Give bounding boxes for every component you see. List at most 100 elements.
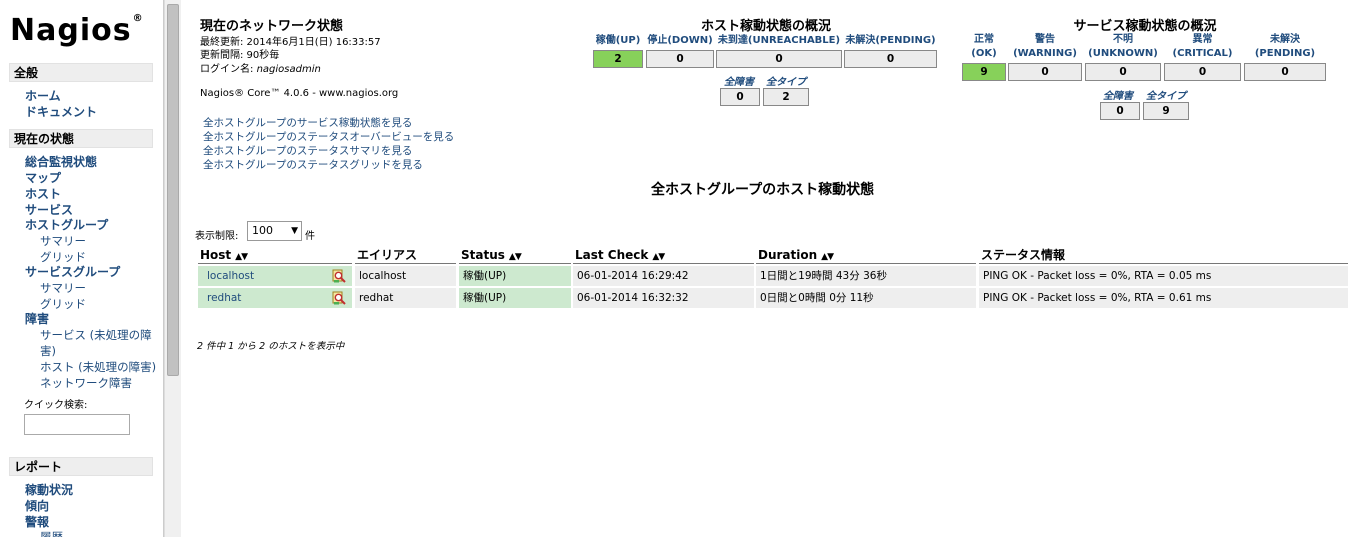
col-status-info-label: ステータス情報 [981, 248, 1066, 262]
nav-hosts[interactable]: ホスト [25, 185, 61, 202]
service-ok-count: 9 [962, 63, 1006, 81]
sort-arrows-icon[interactable]: ▲▼ [509, 252, 522, 262]
host-down-header[interactable]: 停止(DOWN) [646, 34, 714, 48]
logo-text: Nagios [10, 13, 132, 48]
view-host-services-icon[interactable] [332, 291, 346, 305]
nav-services-unhandled-cont[interactable]: 害) [40, 343, 56, 359]
service-unknown-header-bottom: (UNKNOWN) [1088, 48, 1158, 59]
alias-cell: localhost [355, 266, 456, 286]
section-reports: レポート [9, 457, 153, 476]
nav-documentation[interactable]: ドキュメント [25, 103, 97, 120]
col-status-info-header: ステータス情報 [979, 246, 1348, 264]
link-service-status-all[interactable]: 全ホストグループのサービス稼動状態を見る [203, 115, 412, 130]
service-critical-header-bottom: (CRITICAL) [1172, 48, 1233, 59]
col-host-label: Host [200, 248, 232, 262]
service-all-problems-count: 0 [1100, 102, 1140, 120]
nav-availability[interactable]: 稼動状況 [25, 481, 73, 498]
result-limit-label: 表示制限: [195, 231, 239, 242]
service-pending-header-bottom: (PENDING) [1254, 48, 1316, 59]
service-all-problems-header[interactable]: 全障害 [1103, 87, 1133, 102]
sort-arrows-icon[interactable]: ▲▼ [235, 252, 248, 262]
service-unknown-header-top: 不明 [1113, 34, 1133, 45]
col-alias-label: エイリアス [357, 248, 418, 262]
duration-cell: 0日間と0時間 0分 11秒 [756, 288, 976, 308]
sort-arrows-icon[interactable]: ▲▼ [821, 252, 834, 262]
logged-in-user: nagiosadmin [256, 64, 321, 75]
alias-cell: redhat [355, 288, 456, 308]
host-link[interactable]: localhost [202, 270, 254, 282]
service-critical-header-top: 異常 [1192, 34, 1213, 45]
col-duration-header[interactable]: Duration ▲▼ [756, 246, 976, 264]
table-row-host-cell: redhat [198, 288, 352, 308]
link-status-summary-all[interactable]: 全ホストグループのステータスサマリを見る [203, 143, 412, 158]
host-pending-header[interactable]: 未解決(PENDING) [844, 34, 937, 48]
nagios-logo[interactable]: Nagios® [10, 13, 143, 48]
sidebar-scrollbar[interactable] [164, 0, 181, 537]
core-version: Nagios® Core™ 4.0.6 - www.nagios.org [200, 88, 399, 99]
service-unknown-count: 0 [1085, 63, 1161, 81]
quick-search-label: クイック検索: [24, 400, 88, 411]
section-general: 全般 [9, 63, 153, 82]
nav-hostgroups[interactable]: ホストグループ [25, 216, 108, 233]
service-warning-header[interactable]: 警告 (WARNING) [1008, 33, 1082, 61]
table-row-host-cell: localhost [198, 266, 352, 286]
page-title: 全ホストグループのホスト稼動状態 [651, 182, 875, 198]
last-check-cell: 06-01-2014 16:32:32 [573, 288, 754, 308]
nav-network-outages[interactable]: ネットワーク障害 [40, 375, 132, 391]
host-all-types-count: 2 [763, 88, 809, 106]
nav-problems[interactable]: 障害 [25, 310, 49, 327]
results-count-note: 2 件中 1 から 2 のホストを表示中 [197, 341, 345, 352]
host-unreachable-header[interactable]: 未到達(UNREACHABLE) [716, 34, 842, 48]
nav-servicegroups-summary[interactable]: サマリー [40, 280, 86, 296]
link-status-grid-all[interactable]: 全ホストグループのステータスグリッドを見る [203, 157, 423, 172]
service-all-types-header[interactable]: 全タイプ [1146, 87, 1186, 102]
service-critical-header[interactable]: 異常 (CRITICAL) [1164, 33, 1241, 61]
nav-tactical-overview[interactable]: 総合監視状態 [25, 153, 97, 170]
nav-home[interactable]: ホーム [25, 87, 61, 104]
nav-alerts[interactable]: 警報 [25, 513, 49, 530]
host-link[interactable]: redhat [202, 292, 241, 304]
scrollbar-thumb[interactable] [167, 4, 179, 376]
nav-map[interactable]: マップ [25, 169, 61, 186]
col-last-check-header[interactable]: Last Check ▲▼ [573, 246, 754, 264]
service-ok-header[interactable]: 正常 (OK) [962, 33, 1006, 61]
status-info-cell: PING OK - Packet loss = 0%, RTA = 0.05 m… [979, 266, 1348, 286]
host-up-header[interactable]: 稼働(UP) [593, 34, 643, 48]
col-alias-header: エイリアス [355, 246, 456, 264]
chevron-down-icon: ▼ [291, 226, 298, 236]
result-limit-unit: 件 [305, 231, 315, 242]
service-pending-header[interactable]: 未解決 (PENDING) [1244, 33, 1326, 61]
nav-hosts-unhandled[interactable]: ホスト (未処理の障害) [40, 359, 156, 375]
col-host-header[interactable]: Host ▲▼ [198, 246, 352, 264]
result-limit-select[interactable]: 100 ▼ [247, 221, 302, 241]
main-content: 現在のネットワーク状態 最終更新: 2014年6月1日(日) 16:33:57 … [181, 0, 1359, 537]
status-title: 現在のネットワーク状態 [200, 19, 344, 34]
logged-in-as: ログイン名: nagiosadmin [200, 60, 321, 75]
status-cell: 稼働(UP) [459, 266, 571, 286]
duration-cell: 1日間と19時間 43分 36秒 [756, 266, 976, 286]
service-warning-header-top: 警告 [1035, 34, 1055, 45]
service-pending-count: 0 [1244, 63, 1326, 81]
host-all-problems-count: 0 [720, 88, 760, 106]
status-info-cell: PING OK - Packet loss = 0%, RTA = 0.61 m… [979, 288, 1348, 308]
nav-alert-history[interactable]: 履歴 [40, 529, 63, 537]
sidebar: Nagios® 全般 ホーム ドキュメント 現在の状態 総合監視状態 マップ ホ… [0, 0, 164, 537]
nav-hostgroups-summary[interactable]: サマリー [40, 233, 86, 249]
link-status-overview-all[interactable]: 全ホストグループのステータスオーバービューを見る [203, 129, 454, 144]
view-host-services-icon[interactable] [332, 269, 346, 283]
nav-trends[interactable]: 傾向 [25, 497, 49, 514]
host-all-types-header[interactable]: 全タイプ [766, 73, 806, 88]
host-unreachable-count: 0 [716, 50, 842, 68]
nav-services-unhandled[interactable]: サービス (未処理の障 [40, 327, 152, 343]
quick-search-input[interactable] [24, 414, 130, 435]
result-limit-value: 100 [252, 224, 273, 237]
section-current-status: 現在の状態 [9, 129, 153, 148]
col-duration-label: Duration [758, 248, 818, 262]
host-totals-title: ホスト稼動状態の概況 [700, 19, 831, 34]
col-status-header[interactable]: Status ▲▼ [459, 246, 571, 264]
service-unknown-header[interactable]: 不明 (UNKNOWN) [1085, 33, 1161, 61]
nav-servicegroups[interactable]: サービスグループ [25, 263, 120, 280]
sort-arrows-icon[interactable]: ▲▼ [652, 252, 665, 262]
host-all-problems-header[interactable]: 全障害 [724, 73, 754, 88]
update-interval: 更新間隔: 90秒毎 [200, 50, 280, 61]
